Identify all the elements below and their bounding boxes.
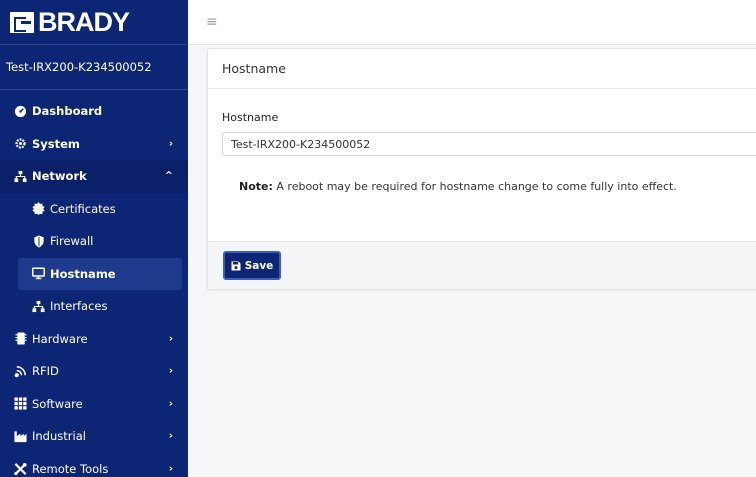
rfid-icon <box>14 365 27 378</box>
chevron-right-icon: › <box>168 398 173 410</box>
sidebar-item-label: Industrial <box>32 429 86 444</box>
sidebar-item-label: RFID <box>32 364 59 379</box>
sidebar: BRADY Test-IRX200-K234500052 Dashboard S… <box>0 0 188 477</box>
note-label: Note: <box>239 180 273 193</box>
network-icon <box>14 170 27 183</box>
certificate-icon <box>32 202 45 216</box>
save-button[interactable]: Save <box>223 251 281 280</box>
sidebar-item-software[interactable]: Software › <box>0 388 188 421</box>
industry-icon <box>14 430 27 443</box>
reboot-note: Note: A reboot may be required for hostn… <box>222 180 754 193</box>
card-title: Hostname <box>208 49 756 89</box>
sidebar-item-label: Certificates <box>50 201 116 216</box>
save-button-label: Save <box>244 259 274 272</box>
brady-logo-icon <box>10 11 34 33</box>
sidebar-item-label: Hostname <box>50 266 116 281</box>
sidebar-nav: Dashboard System › Network ^ Certificate… <box>0 95 188 477</box>
chevron-right-icon: › <box>168 138 173 150</box>
card-footer: Save <box>208 241 756 289</box>
menu-toggle-icon[interactable]: ≡ <box>206 14 218 30</box>
chevron-right-icon: › <box>168 463 173 475</box>
hostname-field-label: Hostname <box>222 111 279 124</box>
sidebar-item-label: System <box>32 136 80 151</box>
monitor-icon <box>32 267 45 280</box>
chevron-right-icon: › <box>168 333 173 345</box>
sidebar-item-firewall[interactable]: Firewall <box>0 225 188 258</box>
gears-icon <box>14 137 27 150</box>
floppy-disk-icon <box>231 261 241 271</box>
brady-logo: BRADY <box>10 6 130 38</box>
grid-icon <box>14 397 27 410</box>
sidebar-item-label: Dashboard <box>32 104 103 119</box>
dashboard-icon <box>14 105 27 118</box>
sidebar-item-system[interactable]: System › <box>0 128 188 161</box>
sidebar-item-hardware[interactable]: Hardware › <box>0 323 188 356</box>
top-bar: ≡ <box>188 0 756 45</box>
sidebar-item-interfaces[interactable]: Interfaces <box>0 290 188 323</box>
sidebar-item-label: Firewall <box>50 234 94 249</box>
brand-name: BRADY <box>38 6 130 37</box>
sidebar-item-certificates[interactable]: Certificates <box>0 193 188 226</box>
shield-icon <box>32 235 45 248</box>
sidebar-item-network[interactable]: Network ^ <box>0 160 188 193</box>
sidebar-item-dashboard[interactable]: Dashboard <box>0 95 188 128</box>
chevron-right-icon: › <box>168 365 173 377</box>
chevron-up-icon: ^ <box>164 170 173 182</box>
chevron-right-icon: › <box>168 430 173 442</box>
sidebar-item-label: Hardware <box>32 331 88 346</box>
sidebar-item-label: Network <box>32 169 87 184</box>
network-icon <box>32 300 45 313</box>
sidebar-item-label: Remote Tools <box>32 461 109 476</box>
sidebar-item-industrial[interactable]: Industrial › <box>0 420 188 453</box>
hardware-icon <box>14 332 27 345</box>
hostname-input[interactable] <box>222 132 756 156</box>
sidebar-item-rfid[interactable]: RFID › <box>0 355 188 388</box>
sidebar-item-hostname[interactable]: Hostname <box>18 257 182 290</box>
sidebar-item-remote-tools[interactable]: Remote Tools › <box>0 453 188 477</box>
device-name: Test-IRX200-K234500052 <box>0 45 188 90</box>
sidebar-item-label: Interfaces <box>50 299 108 314</box>
brand-logo[interactable]: BRADY <box>0 0 188 45</box>
note-text: A reboot may be required for hostname ch… <box>272 180 677 193</box>
sidebar-item-label: Software <box>32 396 83 411</box>
card-body: Hostname Note: A reboot may be required … <box>208 89 756 193</box>
tools-icon <box>14 462 27 475</box>
hostname-card: Hostname Hostname Note: A reboot may be … <box>207 48 756 290</box>
